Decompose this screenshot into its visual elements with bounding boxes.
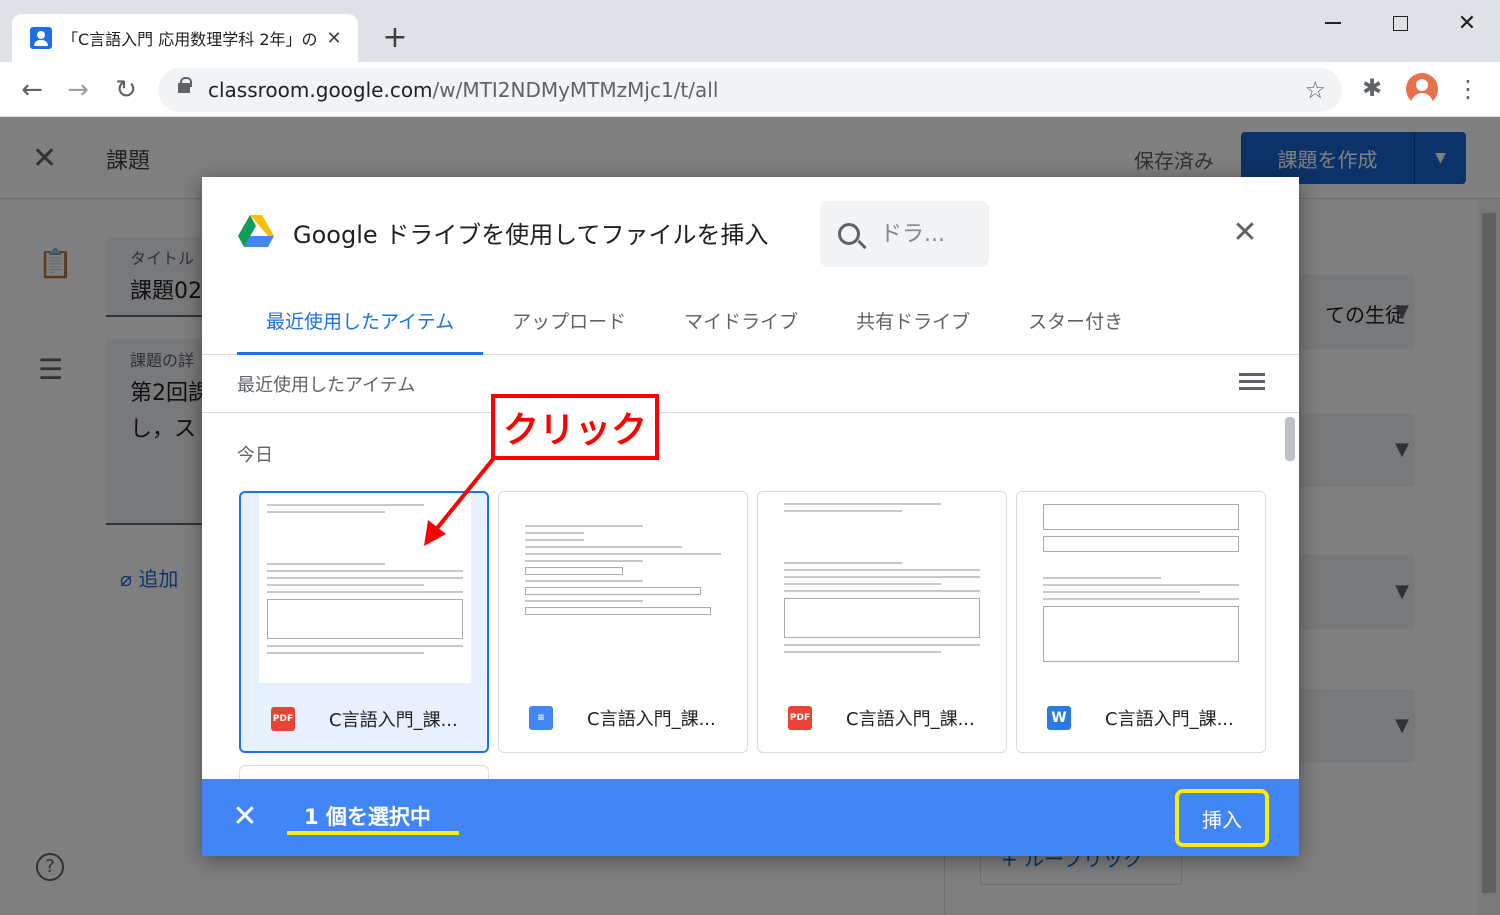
docs-file-icon: ≡ [529, 706, 553, 730]
search-input[interactable] [880, 222, 970, 247]
new-tab-button[interactable]: + [380, 20, 410, 56]
address-bar[interactable]: classroom.google.com/w/MTI2NDMyMTMzMjc1/… [158, 68, 1342, 112]
search-icon [838, 223, 860, 245]
tab-my-drive[interactable]: マイドライブ [655, 301, 827, 355]
pdf-file-icon: PDF [271, 707, 295, 731]
tab-title: 「C言語入門 応用数理学科 2年」の [62, 26, 316, 50]
highlight-underline [287, 831, 459, 835]
lock-icon [178, 83, 190, 93]
selection-count: 1 個を選択中 [304, 801, 431, 831]
picker-subheader: 最近使用したアイテム [202, 355, 1299, 413]
file-card[interactable]: ≡ C言語入門_課... [498, 491, 748, 753]
browser-titlebar: 「C言語入門 応用数理学科 2年」の ✕ + ✕ [0, 0, 1500, 62]
file-card[interactable] [239, 765, 489, 780]
clear-selection-icon[interactable]: ✕ [230, 799, 260, 834]
picker-header: Google ドライブを使用してファイルを挿入 ✕ 最近使用したアイテム アップ… [202, 177, 1299, 355]
picker-close-icon[interactable]: ✕ [1229, 215, 1261, 250]
browser-menu-icon[interactable]: ⋮ [1456, 74, 1480, 104]
picker-body: 今日 PDF C言語入門_課... [202, 413, 1299, 780]
picker-scrollbar[interactable] [1285, 417, 1295, 461]
window-maximize-button[interactable] [1380, 8, 1420, 38]
file-name: C言語入門_課... [587, 705, 716, 731]
file-name: C言語入門_課... [1105, 705, 1234, 731]
google-drive-logo-icon [238, 215, 274, 247]
browser-tab[interactable]: 「C言語入門 応用数理学科 2年」の ✕ [12, 14, 358, 62]
drive-picker-dialog: Google ドライブを使用してファイルを挿入 ✕ 最近使用したアイテム アップ… [202, 177, 1299, 856]
picker-footer: ✕ 1 個を選択中 挿入 [202, 779, 1299, 856]
tab-shared-drives[interactable]: 共有ドライブ [827, 301, 999, 355]
window-close-button[interactable]: ✕ [1447, 8, 1487, 38]
section-label: 今日 [237, 441, 273, 467]
file-thumbnail [776, 492, 988, 682]
picker-search[interactable] [820, 201, 989, 267]
extensions-puzzle-icon[interactable]: ✱ [1362, 74, 1382, 102]
picker-tabs: 最近使用したアイテム アップロード マイドライブ 共有ドライブ スター付き [237, 301, 1152, 355]
picker-title: Google ドライブを使用してファイルを挿入 [293, 215, 769, 250]
click-callout: クリック [491, 394, 659, 460]
reload-icon[interactable]: ↻ [110, 74, 142, 106]
tab-close-icon[interactable]: ✕ [324, 28, 344, 49]
word-file-icon: W [1047, 706, 1071, 730]
url-text: classroom.google.com/w/MTI2NDMyMTMzMjc1/… [208, 78, 718, 102]
file-card[interactable]: PDF C言語入門_課... [239, 491, 489, 753]
file-thumbnail [259, 493, 471, 683]
tab-recent[interactable]: 最近使用したアイテム [237, 301, 483, 355]
file-name: C言語入門_課... [846, 705, 975, 731]
profile-avatar[interactable] [1406, 73, 1438, 105]
file-thumbnail [517, 492, 729, 682]
file-card[interactable]: PDF C言語入門_課... [757, 491, 1007, 753]
window-minimize-button[interactable] [1313, 8, 1353, 38]
insert-button[interactable]: 挿入 [1175, 789, 1269, 847]
browser-toolbar: ← → ↻ classroom.google.com/w/MTI2NDMyMTM… [0, 62, 1500, 117]
tab-upload[interactable]: アップロード [483, 301, 655, 355]
file-name: C言語入門_課... [329, 706, 458, 732]
forward-arrow-icon[interactable]: → [62, 74, 94, 106]
file-thumbnail [1035, 492, 1247, 682]
classroom-favicon-icon [30, 27, 52, 49]
view-label: 最近使用したアイテム [237, 371, 415, 397]
file-card[interactable]: W C言語入門_課... [1016, 491, 1266, 753]
callout-text: クリック [503, 401, 647, 453]
tab-starred[interactable]: スター付き [999, 301, 1152, 355]
pdf-file-icon: PDF [788, 706, 812, 730]
list-view-icon[interactable] [1239, 373, 1265, 393]
bookmark-star-icon[interactable]: ☆ [1304, 76, 1326, 104]
back-arrow-icon[interactable]: ← [16, 74, 48, 106]
